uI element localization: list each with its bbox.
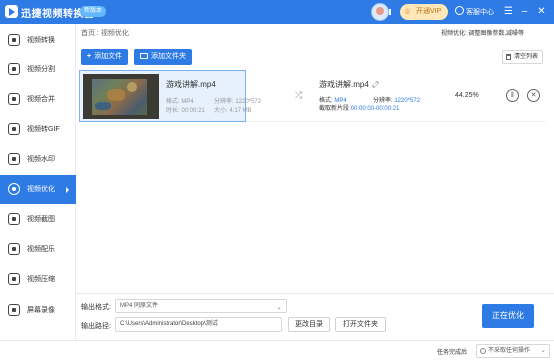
add-file-button[interactable]: + 添加文件: [81, 49, 129, 65]
convert-icon: [8, 34, 20, 46]
app-logo-icon: [5, 5, 18, 18]
output-file-name: 游戏讲解.mp4: [319, 79, 379, 90]
edit-icon[interactable]: [371, 81, 379, 88]
add-folder-label: 添加文件夹: [151, 53, 186, 60]
menu-icon[interactable]: ☰: [502, 5, 515, 18]
chevron-right-icon: [66, 187, 69, 193]
optimize-icon: [8, 183, 20, 195]
service-label: 客服中心: [466, 9, 494, 16]
record-icon: [8, 304, 20, 316]
sidebar-item-label: 视频配乐: [27, 246, 55, 253]
sidebar-item-label: 屏幕录像: [27, 307, 55, 314]
sidebar-item-optimize[interactable]: 视频优化: [0, 175, 76, 204]
sidebar-item-merge[interactable]: 视频合并: [0, 85, 76, 114]
sidebar-item-label: 视频分割: [27, 66, 55, 73]
user-avatar[interactable]: [371, 3, 389, 21]
open-folder-button[interactable]: 打开文件夹: [335, 317, 386, 332]
breadcrumb: 首页 : 视频优化: [81, 30, 129, 37]
split-icon: [8, 63, 20, 75]
chat-icon: [455, 6, 464, 15]
video-thumbnail: [83, 74, 159, 119]
music-icon: [8, 243, 20, 255]
vip-label: 开通VIP: [416, 8, 442, 15]
close-icon[interactable]: ✕: [535, 5, 548, 18]
ban-icon: [480, 348, 486, 354]
clear-list-label: 清空列表: [514, 54, 539, 60]
sidebar-item-label: 视频水印: [27, 156, 55, 163]
sidebar-item-record[interactable]: 屏幕录像: [0, 296, 76, 325]
size-value: 4.17 MB: [229, 108, 252, 114]
source-format: 格式: MP4: [166, 96, 194, 105]
chevron-down-icon: ⌄: [276, 304, 282, 311]
clip-range-value: 00:00:00-00:00:21: [350, 106, 400, 112]
sidebar-item-compress[interactable]: 视频压缩: [0, 265, 76, 294]
sidebar-item-convert[interactable]: 视频转换: [0, 26, 76, 55]
open-vip-button[interactable]: ♕ 开通VIP: [400, 4, 448, 20]
divider: [76, 293, 554, 294]
gift-icon[interactable]: [389, 5, 399, 19]
after-task-value: 不采取任何操作: [488, 348, 531, 354]
minimize-icon[interactable]: –: [518, 5, 531, 18]
sidebar-item-label: 视频合并: [27, 96, 55, 103]
sidebar-item-label: 视频截图: [27, 216, 55, 223]
status-bar: [0, 340, 554, 363]
after-task-label: 任务完成后: [437, 350, 468, 356]
remove-icon[interactable]: ✕: [527, 89, 540, 102]
duration-label: 时长:: [166, 108, 180, 114]
sidebar-item-music[interactable]: 视频配乐: [0, 235, 76, 264]
chevron-down-icon: ⌄: [540, 347, 546, 354]
watermark-icon: [8, 153, 20, 165]
size-label: 大小:: [214, 108, 228, 114]
source-file-name: 游戏讲解.mp4: [166, 80, 216, 89]
sidebar-item-split[interactable]: 视频分割: [0, 55, 76, 84]
pause-icon[interactable]: ‖: [506, 89, 519, 102]
duration-value: 00:00:21: [181, 108, 205, 114]
sidebar-item-label: 视频优化: [27, 186, 55, 193]
gif-icon: [8, 123, 20, 135]
optimize-hint: 视频优化: 调整图像参数,减噪等: [441, 31, 525, 37]
sidebar-item-screenshot[interactable]: 视频截图: [0, 205, 76, 234]
service-center-button[interactable]: 客服中心: [455, 6, 494, 18]
convert-arrow-icon: ⤮: [295, 90, 303, 100]
add-file-label: 添加文件: [94, 53, 123, 60]
sidebar: 视频转换 视频分割 视频合并 视频转GIF 视频水印 视频优化 视频截图 视频配…: [0, 24, 76, 340]
output-format-select-value: MP4 同原文件: [120, 303, 159, 309]
trash-icon: [506, 54, 511, 60]
clear-list-button[interactable]: 清空列表: [502, 50, 544, 64]
source-resolution: 分辨率: 1220*572: [214, 96, 261, 105]
title-bar: 迅捷视频转换器 新版本 ♕ 开通VIP 客服中心 ☰ – ✕: [0, 0, 554, 24]
progress-percent: 44.25%: [455, 92, 479, 99]
after-task-select[interactable]: 不采取任何操作 ⌄: [476, 344, 550, 358]
output-path-label: 输出路径:: [81, 323, 111, 330]
output-file-name-text: 游戏讲解.mp4: [319, 80, 369, 89]
sidebar-item-label: 视频转换: [27, 37, 55, 44]
plus-icon: +: [87, 53, 92, 60]
output-format-select[interactable]: MP4 同原文件 ⌄: [115, 299, 287, 313]
sidebar-item-watermark[interactable]: 视频水印: [0, 145, 76, 174]
sidebar-item-gif[interactable]: 视频转GIF: [0, 115, 76, 144]
source-size: 大小: 4.17 MB: [214, 105, 252, 114]
version-badge: 新版本: [80, 6, 107, 17]
sidebar-item-label: 视频压缩: [27, 276, 55, 283]
merge-icon: [8, 93, 20, 105]
clip-range: 截取新片段 00:00:00-00:00:21: [319, 103, 399, 112]
optimizing-button[interactable]: 正在优化: [482, 304, 534, 328]
compress-icon: [8, 273, 20, 285]
screenshot-icon: [8, 213, 20, 225]
add-folder-button[interactable]: 添加文件夹: [134, 49, 192, 65]
output-path-input[interactable]: C:\Users\Administrator\Desktop\测试: [115, 317, 282, 332]
crown-icon: ♕: [404, 7, 412, 16]
source-duration: 时长: 00:00:21: [166, 105, 205, 114]
clip-label: 截取新片段: [319, 106, 350, 112]
change-directory-button[interactable]: 更改目录: [288, 317, 330, 332]
folder-icon: [140, 53, 148, 59]
sidebar-item-label: 视频转GIF: [27, 126, 60, 133]
output-format-label: 输出格式:: [81, 304, 111, 311]
